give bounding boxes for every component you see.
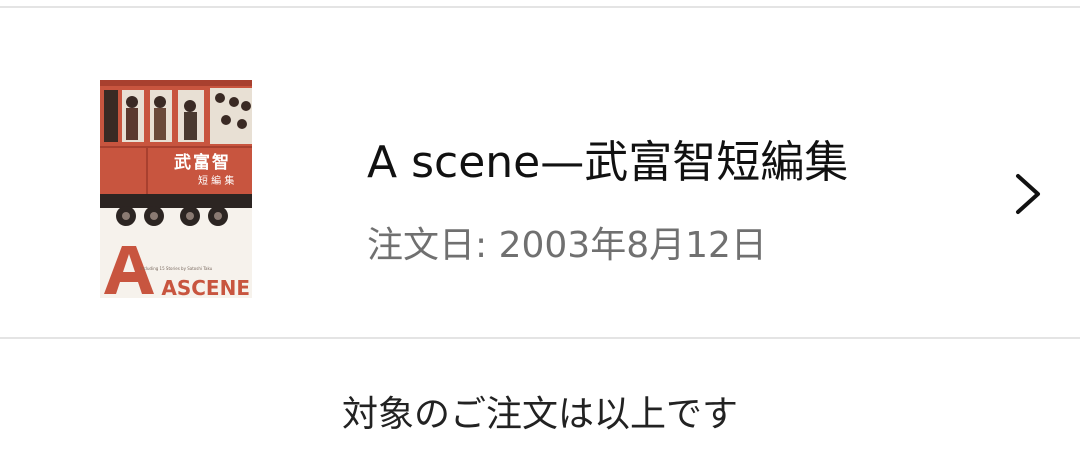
chevron-right-icon[interactable] <box>1012 172 1044 216</box>
order-history-screen: 武富智 短 編 集 Including 15 Stories by Satosh… <box>0 0 1080 464</box>
book-title: A scene—武富智短編集 <box>367 137 849 188</box>
order-date: 注文日: 2003年8月12日 <box>367 225 767 266</box>
order-list-item[interactable]: 武富智 短 編 集 Including 15 Stories by Satosh… <box>0 8 1080 337</box>
cover-subtitle-text: 短 編 集 <box>198 176 235 187</box>
section-divider <box>0 337 1080 339</box>
cover-tagline-text: Including 15 Stories by Satoshi Taku <box>140 266 213 271</box>
book-cover-image: 武富智 短 編 集 Including 15 Stories by Satosh… <box>100 80 252 298</box>
end-of-orders-message: 対象のご注文は以上です <box>341 394 738 435</box>
cover-logo-text: ASCENE <box>161 276 250 298</box>
cover-title-text: 武富智 <box>174 153 231 173</box>
